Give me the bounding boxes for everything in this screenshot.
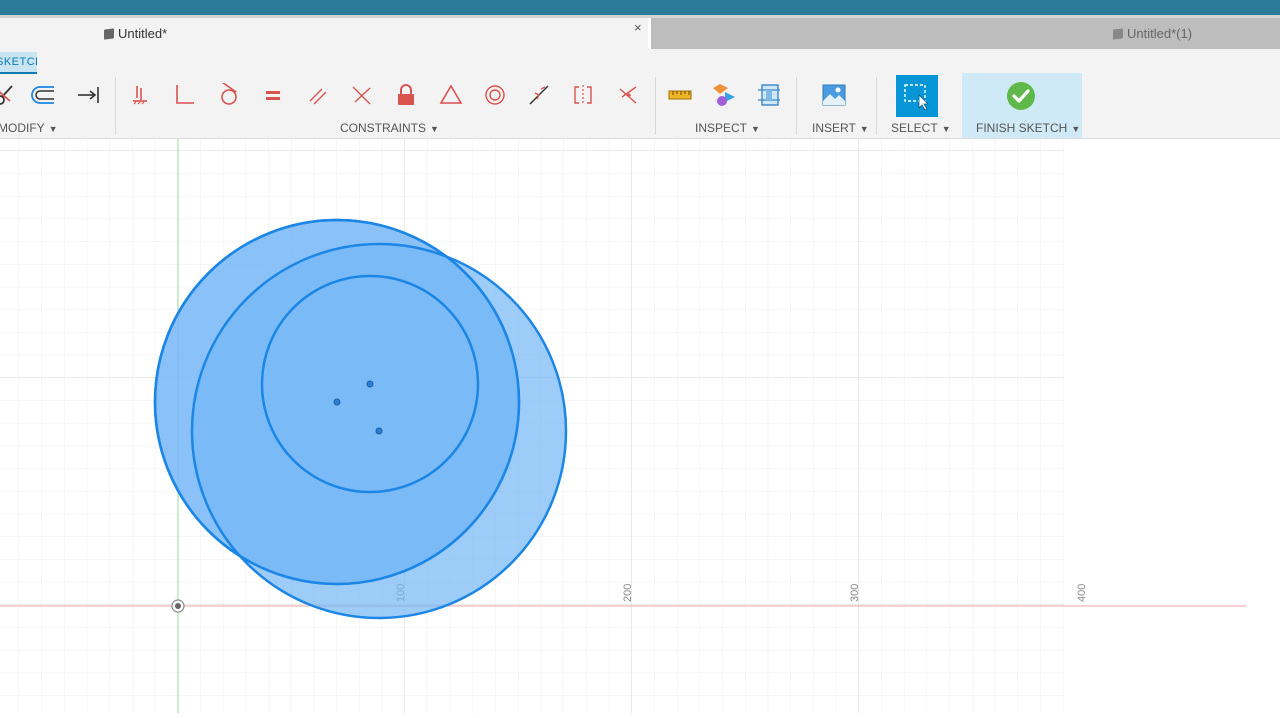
modify-label: MODIFY — [0, 121, 45, 135]
trim-icon — [0, 85, 13, 105]
tab-title: Untitled* — [118, 26, 168, 41]
extend-button[interactable] — [72, 77, 104, 113]
axis-label-300: 300 — [849, 584, 861, 602]
document-icon — [1113, 27, 1123, 40]
trim-button[interactable] — [0, 77, 20, 113]
origin-point[interactable] — [171, 599, 185, 613]
triangle-button[interactable] — [435, 77, 467, 113]
tangent-icon — [221, 83, 237, 105]
finish-sketch-label: FINISH SKETCH — [976, 121, 1068, 135]
fix-icon — [133, 86, 147, 105]
axis-label-200: 200 — [622, 584, 634, 602]
section-analysis-icon — [758, 84, 780, 106]
fix-constraint-button[interactable] — [124, 77, 156, 113]
select-label: SELECT — [891, 121, 938, 135]
chevron-down-icon: ▼ — [430, 124, 439, 134]
inspect-label: INSPECT — [695, 121, 748, 135]
insert-menu[interactable]: INSERT ▼ — [812, 121, 869, 135]
image-icon — [822, 84, 846, 106]
sketch-viewport[interactable]: 100 200 300 400 — [0, 139, 1280, 713]
perpendicular-line-icon — [352, 86, 371, 105]
midpoint-constraint-button[interactable] — [523, 77, 555, 113]
sketch-toolbar: SKETCH MODIFY▼ — [0, 49, 1280, 139]
constraints-label: CONSTRAINTS — [340, 121, 427, 135]
perpendicular-constraint-button[interactable] — [168, 77, 200, 113]
tab-title-wrapper: Untitled*(1) — [1113, 26, 1192, 41]
parallel-icon — [309, 88, 327, 105]
chevron-down-icon: ▼ — [1071, 124, 1081, 134]
concentric-icon — [485, 85, 505, 105]
group-divider — [796, 77, 797, 135]
inspect-menu[interactable]: INSPECT ▼ — [695, 121, 760, 135]
tab-untitled-1[interactable]: Untitled*(1) — [651, 18, 1280, 49]
select-window-icon — [904, 84, 929, 111]
equal-constraint-button[interactable] — [257, 77, 289, 113]
finish-sketch-menu[interactable]: FINISH SKETCH ▼ — [976, 121, 1080, 135]
concentric-constraint-button[interactable] — [479, 77, 511, 113]
lock-button[interactable] — [390, 77, 422, 113]
collinear-constraint-button[interactable] — [612, 77, 644, 113]
equal-icon — [266, 91, 280, 100]
parallel-constraint-button[interactable] — [302, 77, 334, 113]
extend-icon — [78, 87, 99, 103]
tab-sketch-label: SKETCH — [0, 56, 37, 68]
tab-sketch[interactable]: SKETCH — [0, 52, 37, 74]
chevron-down-icon: ▼ — [48, 124, 58, 134]
select-menu[interactable]: SELECT ▼ — [891, 121, 951, 135]
chevron-down-icon: ▼ — [859, 124, 869, 134]
offset-button[interactable] — [27, 77, 59, 113]
group-divider — [655, 77, 656, 135]
axis-label-400: 400 — [1076, 584, 1088, 602]
constraints-menu[interactable]: CONSTRAINTS ▼ — [340, 121, 439, 135]
tab-untitled[interactable]: Untitled* × — [0, 18, 648, 49]
close-tab-icon[interactable]: × — [634, 20, 642, 35]
offset-icon — [31, 86, 54, 104]
interference-icon — [713, 84, 735, 106]
group-divider — [876, 77, 877, 135]
center-point[interactable] — [366, 380, 374, 388]
select-button[interactable] — [896, 75, 938, 117]
measure-button[interactable] — [664, 77, 696, 113]
insert-image-button[interactable] — [818, 77, 850, 113]
app-title-bar — [0, 0, 1280, 15]
tab-title: Untitled*(1) — [1127, 26, 1193, 41]
tab-title-wrapper: Untitled* — [104, 26, 167, 41]
symmetry-icon — [574, 85, 592, 105]
measure-icon — [668, 90, 692, 100]
modify-menu[interactable]: MODIFY ▼ — [0, 121, 58, 135]
document-icon — [104, 27, 114, 40]
perpendicular-line-button[interactable] — [346, 77, 378, 113]
center-point[interactable] — [375, 427, 383, 435]
tangent-constraint-button[interactable] — [212, 77, 244, 113]
chevron-down-icon: ▼ — [941, 124, 951, 134]
section-analysis-button[interactable] — [753, 77, 785, 113]
checkmark-icon — [1007, 82, 1035, 110]
triangle-icon — [439, 84, 463, 104]
chevron-down-icon: ▼ — [751, 124, 760, 134]
symmetry-constraint-button[interactable] — [567, 77, 599, 113]
center-point[interactable] — [333, 398, 341, 406]
lock-icon — [398, 84, 414, 105]
perpendicular-icon — [176, 85, 194, 104]
insert-label: INSERT — [812, 121, 856, 135]
midpoint-icon — [529, 85, 549, 105]
interference-button[interactable] — [708, 77, 740, 113]
sketch-canvas[interactable]: 100 200 300 400 — [0, 139, 1280, 713]
collinear-icon — [619, 86, 637, 104]
group-divider — [115, 77, 116, 135]
